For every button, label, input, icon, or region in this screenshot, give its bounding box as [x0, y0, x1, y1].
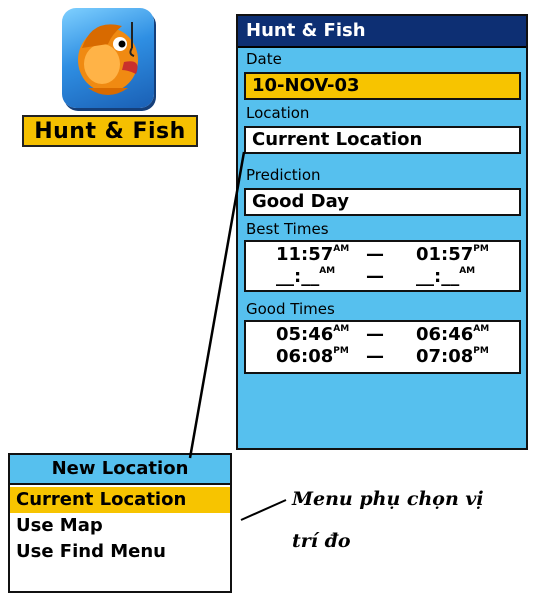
app-icon[interactable] [62, 8, 154, 108]
date-field[interactable]: 10-NOV-03 [244, 72, 521, 100]
good-times-row: 05:46AM — 06:46AM [246, 324, 519, 346]
menu-item-use-find-menu[interactable]: Use Find Menu [10, 539, 230, 565]
best-start-ampm: AM [319, 266, 336, 276]
best-times-label: Best Times [246, 220, 329, 238]
best-start-ampm: AM [333, 244, 350, 254]
time-dash: — [366, 244, 384, 265]
best-end-ampm: AM [459, 266, 476, 276]
menu-list: Current Location Use Map Use Find Menu [10, 485, 230, 591]
time-dash: — [366, 324, 384, 345]
good-times-label: Good Times [246, 300, 335, 318]
callout-line-caption [240, 499, 287, 521]
panel-title: Hunt & Fish [238, 16, 526, 48]
good-end-ampm: AM [473, 324, 490, 334]
panel-body: Date 10-NOV-03 Location Current Location… [238, 48, 526, 448]
best-start-time: __:__ [276, 266, 320, 287]
good-start-time: 05:46 [276, 324, 334, 345]
date-label: Date [246, 50, 282, 68]
location-field[interactable]: Current Location [244, 126, 521, 154]
prediction-field: Good Day [244, 188, 521, 216]
caption-line-1: Menu phụ chọn vị [292, 488, 484, 510]
good-start-ampm: AM [333, 324, 350, 334]
time-dash: — [366, 266, 384, 287]
time-dash: — [366, 346, 384, 367]
prediction-label: Prediction [246, 166, 321, 184]
good-start-ampm: PM [333, 346, 349, 356]
good-start-time: 06:08 [276, 346, 334, 367]
good-end-time: 06:46 [416, 324, 474, 345]
fish-icon [78, 22, 138, 95]
menu-item-current-location[interactable]: Current Location [10, 487, 230, 513]
best-end-time: __:__ [416, 266, 460, 287]
caption-line-2: trí đo [292, 530, 351, 552]
menu-item-use-map[interactable]: Use Map [10, 513, 230, 539]
best-end-time: 01:57 [416, 244, 474, 265]
app-label: Hunt & Fish [22, 115, 198, 147]
good-end-ampm: PM [473, 346, 489, 356]
hunt-fish-panel: Hunt & Fish Date 10-NOV-03 Location Curr… [236, 14, 528, 450]
best-times-box: 11:57AM — 01:57PM __:__AM — __:__AM [244, 240, 521, 292]
good-times-row: 06:08PM — 07:08PM [246, 346, 519, 368]
location-label: Location [246, 104, 310, 122]
submenu-title: New Location [10, 455, 230, 485]
best-start-time: 11:57 [276, 244, 334, 265]
good-times-box: 05:46AM — 06:46AM 06:08PM — 07:08PM [244, 320, 521, 374]
best-times-row: __:__AM — __:__AM [246, 266, 519, 288]
new-location-menu: New Location Current Location Use Map Us… [8, 453, 232, 593]
best-times-row: 11:57AM — 01:57PM [246, 244, 519, 266]
good-end-time: 07:08 [416, 346, 474, 367]
best-end-ampm: PM [473, 244, 489, 254]
